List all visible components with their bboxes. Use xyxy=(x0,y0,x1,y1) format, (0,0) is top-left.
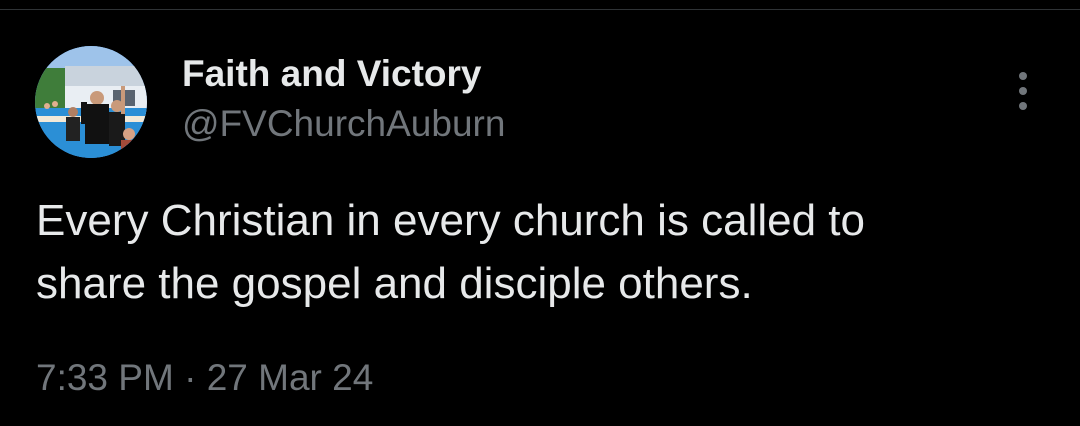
user-handle[interactable]: @FVChurchAuburn xyxy=(182,102,505,146)
tweet-time: 7:33 PM xyxy=(36,357,174,398)
avatar[interactable] xyxy=(35,46,147,158)
more-options-button[interactable] xyxy=(1008,68,1038,114)
avatar-photo-icon xyxy=(35,46,147,158)
timestamp-separator: · xyxy=(184,357,197,398)
display-name[interactable]: Faith and Victory xyxy=(182,52,482,96)
tweet-timestamp[interactable]: 7:33 PM · 27 Mar 24 xyxy=(36,356,373,400)
tweet-text: Every Christian in every church is calle… xyxy=(36,196,865,308)
tweet-date: 27 Mar 24 xyxy=(206,357,374,398)
tweet: Faith and Victory @FVChurchAuburn Every … xyxy=(0,0,1080,426)
